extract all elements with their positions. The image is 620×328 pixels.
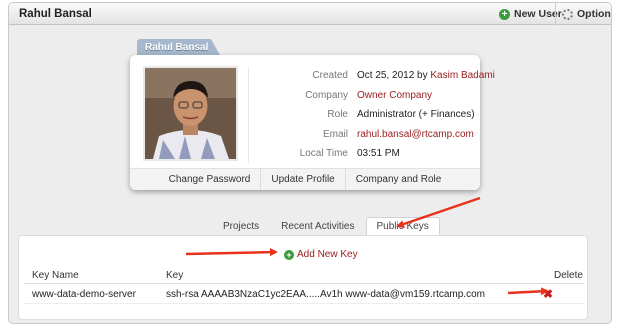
avatar bbox=[143, 66, 238, 161]
table-row: www-data-demo-server ssh-rsa AAAAB3NzaC1… bbox=[24, 284, 584, 304]
profile-card: Created Oct 25, 2012 by Kasim Badami Com… bbox=[130, 55, 495, 190]
created-date: Oct 25, 2012 by bbox=[357, 70, 428, 81]
header-divider bbox=[555, 3, 556, 25]
card-divider bbox=[248, 67, 249, 163]
tab-public-keys[interactable]: Public Keys bbox=[365, 217, 440, 235]
update-profile-button[interactable]: Update Profile bbox=[261, 169, 346, 190]
role-label: Role bbox=[327, 109, 348, 120]
avatar-photo bbox=[145, 68, 236, 159]
local-time-value: 03:51 PM bbox=[357, 148, 400, 159]
email-link[interactable]: rahul.bansal@rtcamp.com bbox=[357, 129, 474, 140]
public-keys-panel: + Add New Key Key Name Key Delete www-da… bbox=[18, 235, 588, 320]
page-title: Rahul Bansal bbox=[19, 8, 92, 20]
col-key: Key bbox=[166, 270, 184, 281]
tab-projects[interactable]: Projects bbox=[212, 217, 270, 235]
gear-icon bbox=[562, 8, 573, 20]
profile-actions: Change Password Update Profile Company a… bbox=[130, 168, 480, 190]
email-label: Email bbox=[322, 128, 348, 140]
tab-recent-activities[interactable]: Recent Activities bbox=[270, 217, 365, 235]
created-by-link[interactable]: Kasim Badami bbox=[430, 70, 494, 81]
change-password-button[interactable]: Change Password bbox=[159, 169, 262, 190]
plus-icon: + bbox=[499, 8, 510, 20]
options-label: Options bbox=[577, 8, 611, 20]
col-key-name: Key Name bbox=[32, 270, 79, 281]
key-value-cell: ssh-rsa AAAAB3NzaC1yc2EAA.....Av1h www-d… bbox=[166, 289, 485, 300]
add-new-key-label: Add New Key bbox=[297, 249, 358, 260]
col-delete: Delete bbox=[554, 270, 583, 281]
created-label: Created bbox=[312, 70, 348, 81]
company-and-role-button[interactable]: Company and Role bbox=[346, 169, 452, 190]
company-label: Company bbox=[305, 89, 348, 101]
profile-tabs: Projects Recent Activities Public Keys bbox=[212, 217, 440, 235]
delete-icon[interactable]: ✖ bbox=[543, 287, 553, 301]
add-new-key-button[interactable]: + Add New Key bbox=[284, 249, 358, 260]
key-name-cell: www-data-demo-server bbox=[32, 289, 136, 300]
created-value: Oct 25, 2012 by Kasim Badami bbox=[357, 70, 495, 81]
add-icon: + bbox=[284, 249, 294, 260]
role-value: Administrator (+ Finances) bbox=[357, 109, 475, 120]
keys-table-header: Key Name Key Delete bbox=[24, 266, 584, 284]
local-time-label: Local Time bbox=[299, 148, 348, 159]
options-button[interactable]: Options bbox=[558, 6, 611, 22]
company-link[interactable]: Owner Company bbox=[357, 90, 432, 101]
header-bar: Rahul Bansal + New User Options bbox=[9, 3, 611, 25]
